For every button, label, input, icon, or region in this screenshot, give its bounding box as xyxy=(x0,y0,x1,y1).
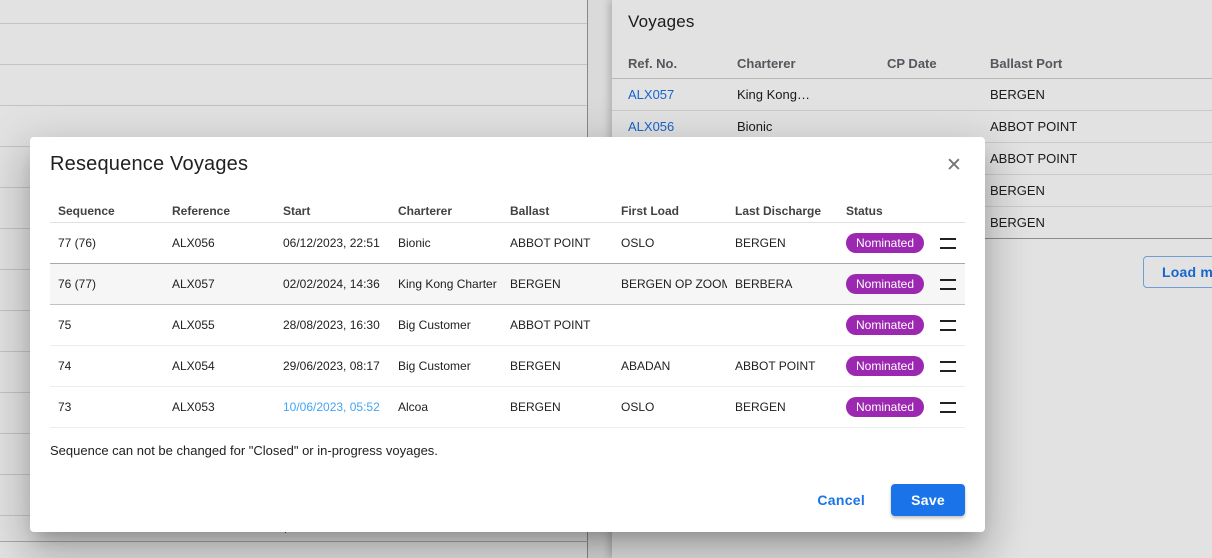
voyage-sequence-cell: 74 xyxy=(50,359,164,373)
voyage-status-cell: Nominated xyxy=(838,315,930,335)
voyage-start-cell: 29/06/2023, 08:17 xyxy=(275,359,390,373)
voyage-first-load-cell: ABADAN xyxy=(613,359,727,373)
voyage-charterer-cell: Big Customer xyxy=(390,318,502,332)
voyage-reference-cell: ALX053 xyxy=(164,400,275,414)
page: 109,571 MT 9319686 Voyages Ref. No.Chart… xyxy=(0,0,1212,558)
voyage-handle-cell xyxy=(930,402,965,413)
resequence-column-header: Ballast xyxy=(502,204,613,218)
voyage-reference-cell: ALX055 xyxy=(164,318,275,332)
status-badge: Nominated xyxy=(846,274,924,294)
voyage-sequence-cell: 76 (77) xyxy=(50,277,164,291)
save-button[interactable]: Save xyxy=(891,484,965,516)
resequence-voyages-dialog: Resequence Voyages ✕ SequenceReferenceSt… xyxy=(30,137,985,532)
voyage-start-cell: 28/08/2023, 16:30 xyxy=(275,318,390,332)
voyage-reference-cell: ALX054 xyxy=(164,359,275,373)
drag-handle-icon[interactable] xyxy=(940,238,956,249)
resequence-column-header: Charterer xyxy=(390,204,502,218)
resequence-table: SequenceReferenceStartChartererBallastFi… xyxy=(50,200,965,428)
voyage-handle-cell xyxy=(930,238,965,249)
cancel-button[interactable]: Cancel xyxy=(801,484,881,516)
voyage-last-discharge-cell: BERGEN xyxy=(727,400,838,414)
voyage-ballast-cell: BERGEN xyxy=(502,400,613,414)
voyage-sequence-cell: 73 xyxy=(50,400,164,414)
resequence-column-header: Start xyxy=(275,204,390,218)
dialog-actions: Cancel Save xyxy=(50,484,965,516)
resequence-table-row[interactable]: 73ALX05310/06/2023, 05:52AlcoaBERGENOSLO… xyxy=(50,387,965,428)
voyage-handle-cell xyxy=(930,361,965,372)
sequence-note: Sequence can not be changed for "Closed"… xyxy=(50,443,965,458)
resequence-column-header: Reference xyxy=(164,204,275,218)
status-badge: Nominated xyxy=(846,397,924,417)
resequence-table-row[interactable]: 75ALX05528/08/2023, 16:30Big CustomerABB… xyxy=(50,305,965,346)
resequence-table-header: SequenceReferenceStartChartererBallastFi… xyxy=(50,200,965,223)
voyage-ballast-cell: ABBOT POINT xyxy=(502,236,613,250)
voyage-status-cell: Nominated xyxy=(838,397,930,417)
voyage-reference-cell: ALX056 xyxy=(164,236,275,250)
voyage-first-load-cell: OSLO xyxy=(613,236,727,250)
status-badge: Nominated xyxy=(846,233,924,253)
voyage-sequence-cell: 75 xyxy=(50,318,164,332)
drag-handle-icon[interactable] xyxy=(940,320,956,331)
voyage-start-cell: 06/12/2023, 22:51 xyxy=(275,236,390,250)
voyage-charterer-cell: Big Customer xyxy=(390,359,502,373)
voyage-sequence-cell: 77 (76) xyxy=(50,236,164,250)
resequence-column-header: Status xyxy=(838,204,930,218)
voyage-first-load-cell: BERGEN OP ZOOM xyxy=(613,277,727,291)
drag-handle-icon[interactable] xyxy=(940,279,956,290)
drag-handle-icon[interactable] xyxy=(940,402,956,413)
voyage-start-cell[interactable]: 10/06/2023, 05:52 xyxy=(275,400,390,414)
voyage-start-cell: 02/02/2024, 14:36 xyxy=(275,277,390,291)
voyage-handle-cell xyxy=(930,320,965,331)
voyage-status-cell: Nominated xyxy=(838,274,930,294)
resequence-column-header: Sequence xyxy=(50,204,164,218)
drag-handle-icon[interactable] xyxy=(940,361,956,372)
resequence-table-row[interactable]: 76 (77)ALX05702/02/2024, 14:36King Kong … xyxy=(50,263,965,305)
status-badge: Nominated xyxy=(846,356,924,376)
voyage-last-discharge-cell: BERBERA xyxy=(727,277,838,291)
voyage-ballast-cell: ABBOT POINT xyxy=(502,318,613,332)
close-icon[interactable]: ✕ xyxy=(941,153,967,179)
dialog-title: Resequence Voyages xyxy=(50,153,965,176)
voyage-ballast-cell: BERGEN xyxy=(502,359,613,373)
resequence-table-row[interactable]: 77 (76)ALX05606/12/2023, 22:51BionicABBO… xyxy=(50,223,965,264)
status-badge: Nominated xyxy=(846,315,924,335)
voyage-ballast-cell: BERGEN xyxy=(502,277,613,291)
voyage-charterer-cell: Bionic xyxy=(390,236,502,250)
voyage-first-load-cell: OSLO xyxy=(613,400,727,414)
voyage-last-discharge-cell: ABBOT POINT xyxy=(727,359,838,373)
voyage-reference-cell: ALX057 xyxy=(164,277,275,291)
voyage-charterer-cell: Alcoa xyxy=(390,400,502,414)
voyage-charterer-cell: King Kong Charter xyxy=(390,277,502,291)
voyage-status-cell: Nominated xyxy=(838,356,930,376)
voyage-status-cell: Nominated xyxy=(838,233,930,253)
voyage-last-discharge-cell: BERGEN xyxy=(727,236,838,250)
resequence-column-header: First Load xyxy=(613,204,727,218)
resequence-table-row[interactable]: 74ALX05429/06/2023, 08:17Big CustomerBER… xyxy=(50,346,965,387)
voyage-handle-cell xyxy=(930,279,965,290)
resequence-column-header: Last Discharge xyxy=(727,204,838,218)
